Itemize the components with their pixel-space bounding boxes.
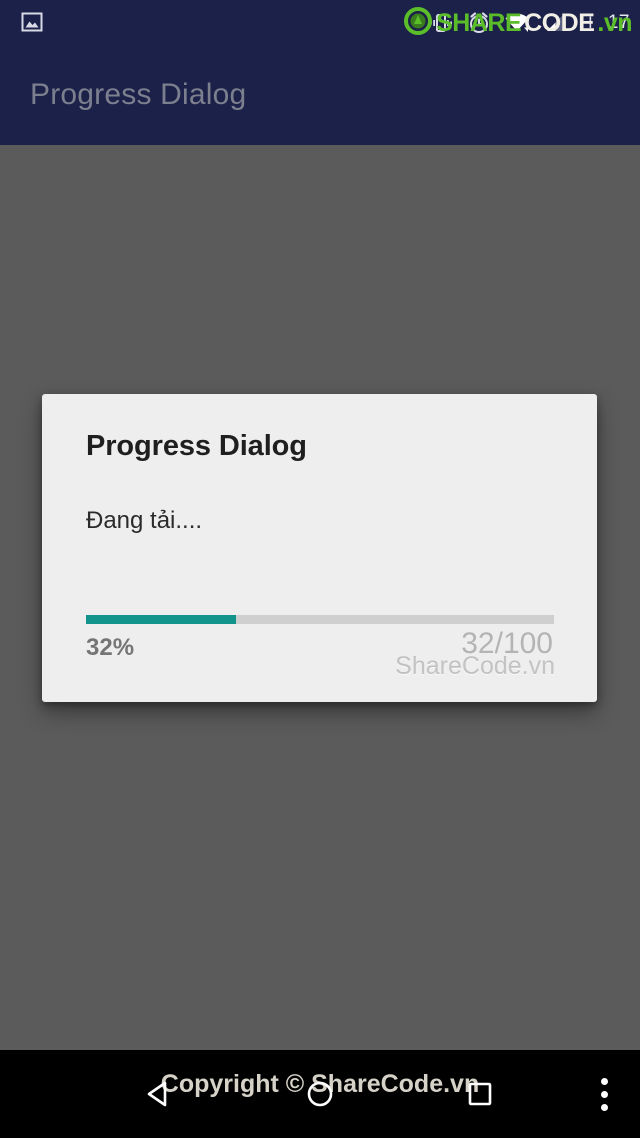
signal-icon xyxy=(543,11,567,35)
progress-bar-track xyxy=(86,615,554,624)
more-vertical-icon xyxy=(600,1075,608,1114)
progress-percent-label: 32% xyxy=(86,634,135,661)
alarm-icon xyxy=(467,11,491,35)
android-screen: H 17 SHARE CODE .vn Progress Dialog Prog… xyxy=(0,0,640,1138)
progress-count-label: 32/100 xyxy=(461,627,553,660)
back-triangle-icon xyxy=(147,1081,167,1107)
progress-dialog: Progress Dialog Đang tải.... 32% 32/100 … xyxy=(42,394,597,702)
progress-bar-fill xyxy=(86,615,236,624)
page-title: Progress Dialog xyxy=(30,78,247,111)
status-bar: H 17 SHARE CODE .vn xyxy=(0,0,640,45)
status-clock: 17 xyxy=(607,11,630,33)
overflow-menu-button[interactable] xyxy=(575,1050,633,1138)
recents-square-icon xyxy=(468,1082,492,1106)
wifi-icon xyxy=(504,11,530,35)
photo-icon xyxy=(17,7,47,37)
back-button[interactable] xyxy=(115,1050,205,1138)
vibrate-icon xyxy=(428,11,454,35)
recent-apps-button[interactable] xyxy=(435,1050,525,1138)
dialog-message: Đang tải.... xyxy=(86,507,203,534)
navigation-bar: Copyright © ShareCode.vn xyxy=(0,1050,640,1138)
app-bar: Progress Dialog xyxy=(0,45,640,145)
network-type-label: H xyxy=(580,12,593,32)
dialog-title: Progress Dialog xyxy=(86,430,307,462)
home-button[interactable] xyxy=(275,1050,365,1138)
status-icons: H 17 xyxy=(428,0,640,45)
home-circle-icon xyxy=(307,1081,333,1107)
